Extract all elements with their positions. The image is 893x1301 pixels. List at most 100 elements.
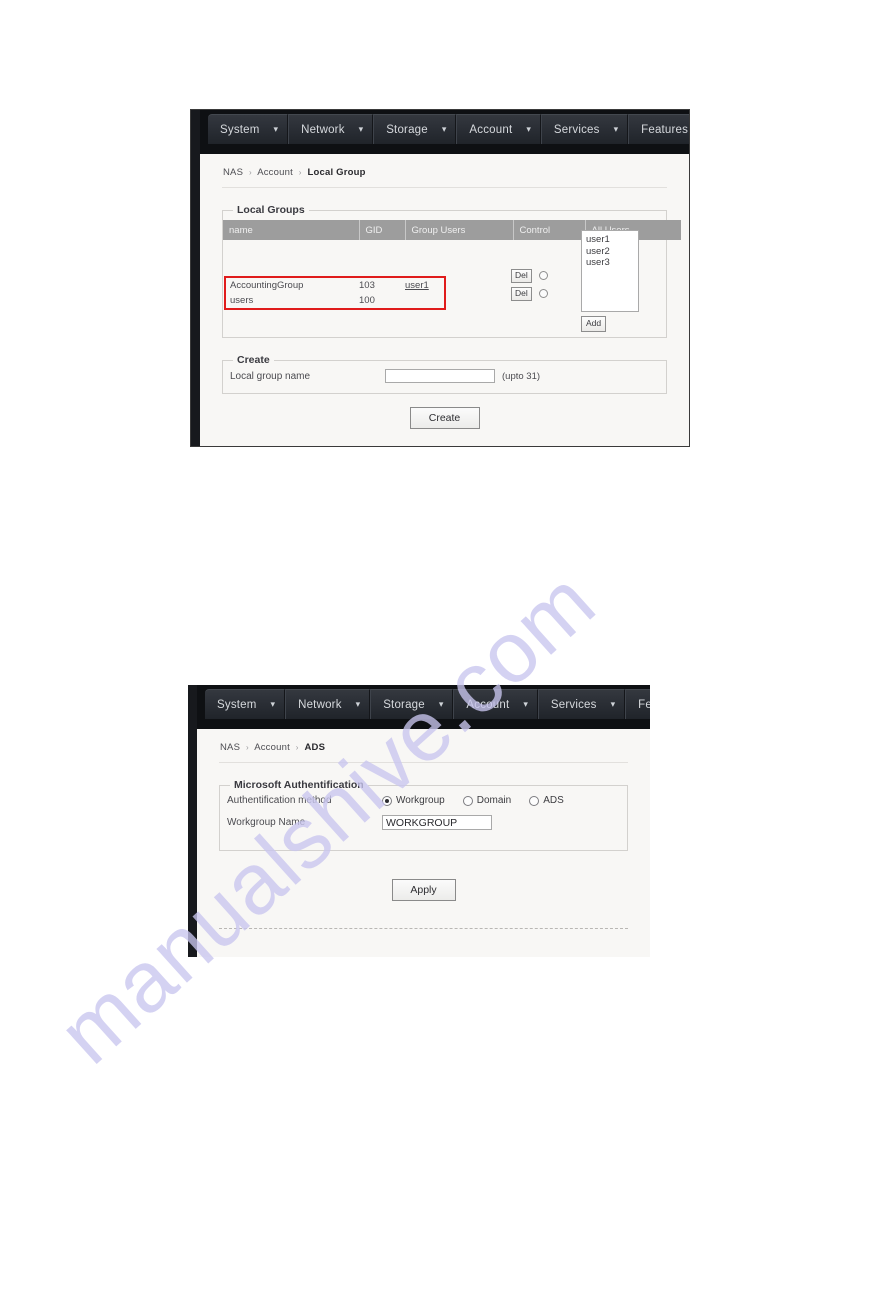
nav-item-features[interactable]: Features ▾	[625, 689, 650, 719]
nav-item-list: System ▾ Network ▾ Storage ▾ Account ▾ S…	[205, 689, 650, 719]
group-name: AccountingGroup	[230, 280, 304, 291]
nav-item-label: Network	[298, 698, 342, 711]
breadcrumb-divider	[222, 187, 667, 188]
chevron-down-icon: ▾	[441, 124, 447, 134]
local-group-name-label: Local group name	[230, 370, 311, 382]
auth-method-radio-group: Workgroup Domain ADS	[382, 795, 582, 806]
column-header-gid: GID	[359, 220, 406, 240]
nav-item-label: Services	[550, 698, 597, 711]
chevron-down-icon: ▾	[273, 124, 279, 134]
list-item[interactable]: user1	[586, 234, 638, 246]
breadcrumb-current: ADS	[304, 742, 326, 753]
chevron-down-icon: ▾	[358, 124, 364, 134]
delete-group-button[interactable]: Del	[511, 286, 532, 301]
nav-item-network[interactable]: Network ▾	[285, 689, 371, 719]
window-left-edge	[188, 685, 197, 957]
bottom-divider	[219, 928, 628, 929]
workgroup-name-label: Workgroup Name	[227, 817, 306, 828]
add-user-button[interactable]: Add	[581, 316, 607, 332]
delete-group-button[interactable]: Del	[511, 268, 532, 283]
chevron-down-icon: ▾	[610, 699, 616, 709]
nav-item-system[interactable]: System ▾	[208, 114, 289, 144]
nav-item-services[interactable]: Services ▾	[540, 114, 629, 144]
control-column: Del Del	[511, 267, 548, 303]
list-item[interactable]: user3	[586, 257, 638, 269]
breadcrumb-separator-icon: ›	[298, 168, 302, 177]
breadcrumb: NAS › Account › Local Group	[200, 154, 689, 187]
breadcrumb-separator-icon: ›	[295, 743, 299, 752]
create-group-row: Local group name (upto 31)	[223, 361, 666, 391]
radio-unselected-icon[interactable]	[462, 795, 473, 806]
nav-item-list: System ▾ Network ▾ Storage ▾ Account ▾ S…	[208, 114, 689, 144]
chevron-down-icon: ▾	[526, 124, 531, 134]
control-row: Del	[511, 267, 548, 284]
radio-label: Workgroup	[396, 795, 445, 806]
page-content-local-group: NAS › Account › Local Group Local Groups	[200, 154, 689, 429]
main-navigation-bar: System ▾ Network ▾ Storage ▾ Account ▾ S…	[200, 110, 689, 154]
select-group-radio[interactable]	[538, 289, 548, 298]
nav-item-network[interactable]: Network ▾	[288, 114, 374, 144]
workgroup-name-input[interactable]	[382, 815, 492, 830]
column-header-control: Control	[513, 220, 586, 240]
window-content-ads: System ▾ Network ▾ Storage ▾ Account ▾ S…	[197, 685, 650, 957]
chevron-down-icon: ▾	[355, 699, 361, 709]
nav-item-label: Storage	[383, 698, 425, 711]
nav-item-storage[interactable]: Storage ▾	[373, 114, 457, 144]
nav-item-label: Features	[641, 123, 689, 136]
breadcrumb-account[interactable]: Account	[254, 742, 290, 753]
screenshot-local-group: System ▾ Network ▾ Storage ▾ Account ▾ S…	[190, 109, 690, 447]
local-group-name-input[interactable]	[385, 369, 495, 383]
local-groups-panel: Local Groups name GID Group Users Contro…	[222, 204, 681, 338]
breadcrumb-separator-icon: ›	[245, 743, 249, 752]
group-gid: 103	[359, 280, 375, 291]
chevron-down-icon: ▾	[613, 124, 619, 134]
chevron-down-icon: ▾	[270, 699, 276, 709]
page-content-ads: NAS › Account › ADS Microsoft Authentifi…	[197, 729, 650, 929]
all-users-listbox[interactable]: user1 user2 user3	[581, 230, 639, 312]
radio-unselected-icon[interactable]	[529, 795, 540, 806]
nav-item-label: Storage	[386, 123, 428, 136]
nav-item-label: Features	[638, 698, 650, 711]
radio-label: Domain	[476, 795, 512, 806]
nav-item-account[interactable]: Account ▾	[456, 114, 541, 144]
nav-item-label: System	[217, 698, 257, 711]
local-groups-legend: Local Groups	[233, 204, 309, 216]
radio-label: ADS	[543, 795, 564, 806]
select-group-radio[interactable]	[538, 271, 548, 280]
nav-item-label: Network	[301, 123, 345, 136]
group-user-link[interactable]: user1	[405, 280, 429, 291]
auth-method-option-domain[interactable]: Domain	[462, 795, 512, 806]
auth-method-label: Authentification method	[227, 795, 332, 806]
breadcrumb-divider	[219, 762, 628, 763]
create-legend: Create	[233, 354, 274, 366]
workgroup-name-row: Workgroup Name	[220, 813, 627, 832]
create-group-panel: Create Local group name (upto 31)	[222, 354, 667, 394]
breadcrumb-root[interactable]: NAS	[220, 742, 240, 753]
auth-method-option-ads[interactable]: ADS	[529, 795, 564, 806]
nav-item-label: System	[220, 123, 260, 136]
main-navigation-bar: System ▾ Network ▾ Storage ▾ Account ▾ S…	[197, 685, 650, 729]
breadcrumb-account[interactable]: Account	[257, 167, 293, 178]
nav-item-features[interactable]: Features ▾	[628, 114, 689, 144]
group-name: users	[230, 295, 254, 306]
nav-item-services[interactable]: Services ▾	[537, 689, 626, 719]
nav-item-label: Account	[466, 698, 510, 711]
window-left-edge	[191, 110, 200, 446]
column-header-group-users: Group Users	[405, 220, 514, 240]
nav-item-account[interactable]: Account ▾	[453, 689, 538, 719]
nav-item-storage[interactable]: Storage ▾	[370, 689, 454, 719]
radio-selected-icon[interactable]	[382, 795, 392, 806]
breadcrumb-root[interactable]: NAS	[223, 167, 243, 178]
breadcrumb-separator-icon: ›	[248, 168, 252, 177]
breadcrumb: NAS › Account › ADS	[197, 729, 650, 762]
screenshot-ads: System ▾ Network ▾ Storage ▾ Account ▾ S…	[188, 685, 650, 957]
nav-item-system[interactable]: System ▾	[205, 689, 286, 719]
list-item[interactable]: user2	[586, 246, 638, 258]
auth-method-option-workgroup[interactable]: Workgroup	[382, 795, 445, 806]
microsoft-authentication-panel: Microsoft Authentification Authentificat…	[219, 779, 628, 851]
create-button[interactable]: Create	[409, 407, 480, 429]
group-gid: 100	[359, 295, 375, 306]
nav-item-label: Services	[553, 123, 600, 136]
group-users-cell: user1	[405, 280, 513, 291]
apply-button[interactable]: Apply	[391, 879, 456, 901]
